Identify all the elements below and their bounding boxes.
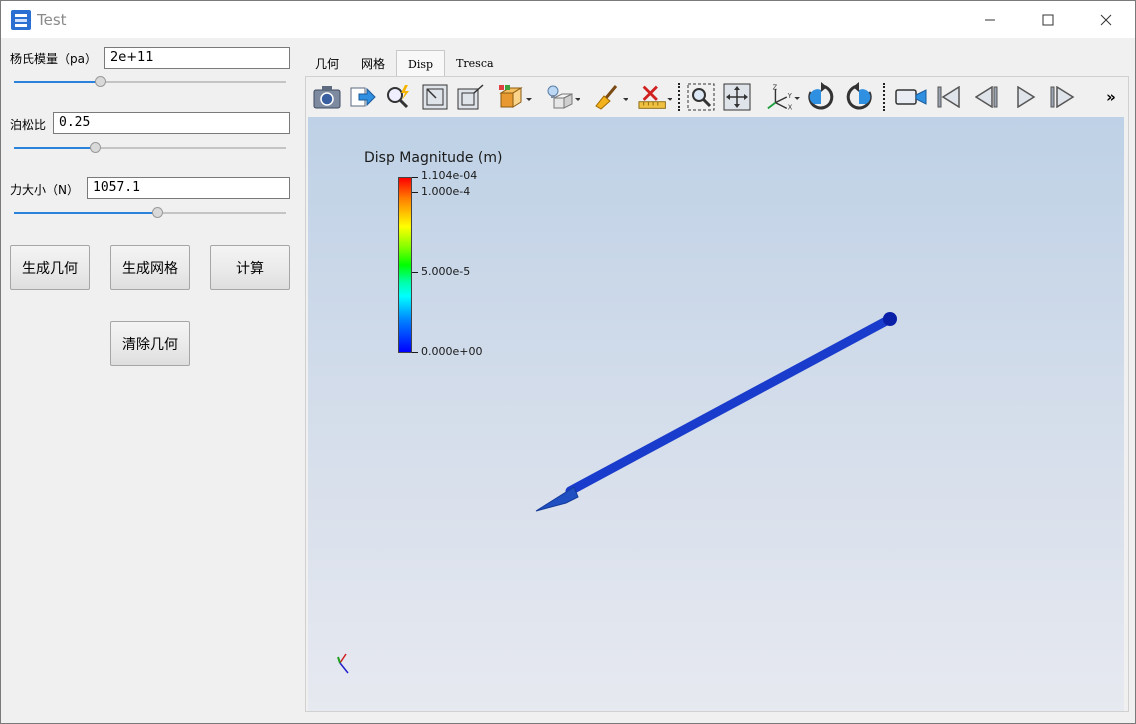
svg-text:Z: Z — [773, 83, 778, 91]
rotate-cw-icon — [808, 82, 834, 110]
minimize-icon — [985, 19, 995, 20]
title-bar[interactable]: Test — [1, 1, 1135, 38]
model-render — [535, 312, 897, 512]
rotate-ccw-icon — [846, 82, 872, 110]
bar-shaft — [565, 314, 895, 496]
axes-triad-icon — [337, 653, 349, 674]
view-corner-button[interactable] — [418, 81, 452, 113]
generate-geometry-button[interactable]: 生成几何 — [10, 245, 90, 290]
disp-tab-pane: Z Y X » Disp Magnitude (m) 1.104e-04 1.0… — [305, 76, 1129, 712]
fit-view-button[interactable] — [720, 81, 754, 113]
lightbulb-box-icon — [547, 85, 580, 109]
broom-icon — [595, 85, 628, 110]
tab-bar: 几何 网格 Disp Tresca — [304, 50, 505, 77]
generate-mesh-button[interactable]: 生成网格 — [110, 245, 190, 290]
bar-end-node — [883, 312, 897, 326]
screenshot-button[interactable] — [310, 81, 344, 113]
maximize-button[interactable] — [1019, 1, 1077, 38]
video-camera-icon — [895, 89, 927, 105]
svg-text:Y: Y — [787, 92, 793, 100]
delete-measure-button[interactable] — [638, 81, 672, 113]
compute-button[interactable]: 计算 — [210, 245, 290, 290]
tab-mesh[interactable]: 网格 — [350, 50, 396, 76]
clear-geometry-button[interactable]: 清除几何 — [110, 321, 190, 366]
magic-zoom-icon — [387, 85, 409, 109]
poisson-ratio-label: 泊松比 — [10, 118, 47, 132]
zoom-box-icon — [687, 83, 715, 111]
camera-icon — [313, 86, 341, 109]
parameter-panel: 杨氏模量（pa） 2e+11 泊松比 0.25 力大小（N） 1057.1 生成… — [1, 38, 301, 724]
slider-handle[interactable] — [95, 76, 107, 87]
tab-tresca[interactable]: Tresca — [445, 50, 504, 76]
box-maximize-icon — [457, 84, 484, 110]
rotate-ccw-button[interactable] — [842, 81, 876, 113]
close-button[interactable] — [1077, 1, 1135, 38]
main-window: Test 杨氏模量（pa） 2e+11 泊松比 0.25 力大小（N） 1057… — [0, 0, 1136, 724]
render-viewport[interactable]: Disp Magnitude (m) 1.104e-04 1.000e-4 5.… — [308, 117, 1124, 711]
step-back-icon — [975, 86, 998, 108]
export-button[interactable] — [346, 81, 380, 113]
magic-zoom-button[interactable] — [382, 81, 416, 113]
force-arrow-head — [535, 486, 579, 512]
svg-text:X: X — [788, 103, 793, 111]
app-icon — [11, 10, 31, 30]
axes-orientation-button[interactable]: Z Y X — [766, 81, 800, 113]
toolbar-separator — [883, 83, 888, 111]
fit-view-icon — [723, 83, 751, 111]
toolbar-separator — [678, 83, 683, 111]
play-button[interactable] — [1008, 81, 1042, 113]
render-toolbar: Z Y X » — [306, 77, 1128, 117]
skip-last-button[interactable] — [1046, 81, 1080, 113]
box-view-button[interactable] — [498, 81, 532, 113]
ruler-x-icon — [638, 85, 672, 109]
force-label: 力大小（N） — [10, 183, 79, 197]
lighting-button[interactable] — [546, 81, 580, 113]
minimize-button[interactable] — [961, 1, 1019, 38]
view-panel: 几何 网格 Disp Tresca Z Y X » Disp Magnitude… — [304, 38, 1130, 714]
toolbar-overflow-button[interactable]: » — [1096, 81, 1126, 113]
youngs-modulus-input[interactable]: 2e+11 — [104, 47, 290, 69]
poisson-ratio-slider[interactable] — [14, 140, 286, 156]
skip-first-icon — [937, 86, 960, 108]
slider-handle[interactable] — [152, 207, 164, 218]
slider-handle[interactable] — [89, 142, 101, 153]
youngs-modulus-label: 杨氏模量（pa） — [10, 52, 97, 66]
skip-last-icon — [1050, 86, 1075, 108]
box-3d-icon — [499, 85, 532, 108]
maximize-icon — [1042, 14, 1054, 25]
tab-disp[interactable]: Disp — [396, 50, 446, 77]
zoom-box-button[interactable] — [684, 81, 718, 113]
poisson-ratio-input[interactable]: 0.25 — [53, 112, 290, 134]
force-input[interactable]: 1057.1 — [87, 177, 290, 199]
youngs-modulus-slider[interactable] — [14, 74, 286, 90]
play-icon — [1017, 86, 1036, 108]
tab-geometry[interactable]: 几何 — [304, 50, 350, 76]
axes-xyz-icon: Z Y X — [767, 83, 800, 111]
export-arrow-icon — [350, 87, 376, 107]
step-back-button[interactable] — [970, 81, 1004, 113]
box-corner-icon — [422, 84, 448, 110]
view-maximize-button[interactable] — [454, 81, 488, 113]
force-slider[interactable] — [14, 205, 286, 221]
clear-button[interactable] — [594, 81, 628, 113]
close-icon — [1100, 14, 1112, 25]
rotate-cw-button[interactable] — [804, 81, 838, 113]
video-record-button[interactable] — [894, 81, 928, 113]
skip-first-button[interactable] — [932, 81, 966, 113]
window-title: Test — [37, 11, 67, 29]
